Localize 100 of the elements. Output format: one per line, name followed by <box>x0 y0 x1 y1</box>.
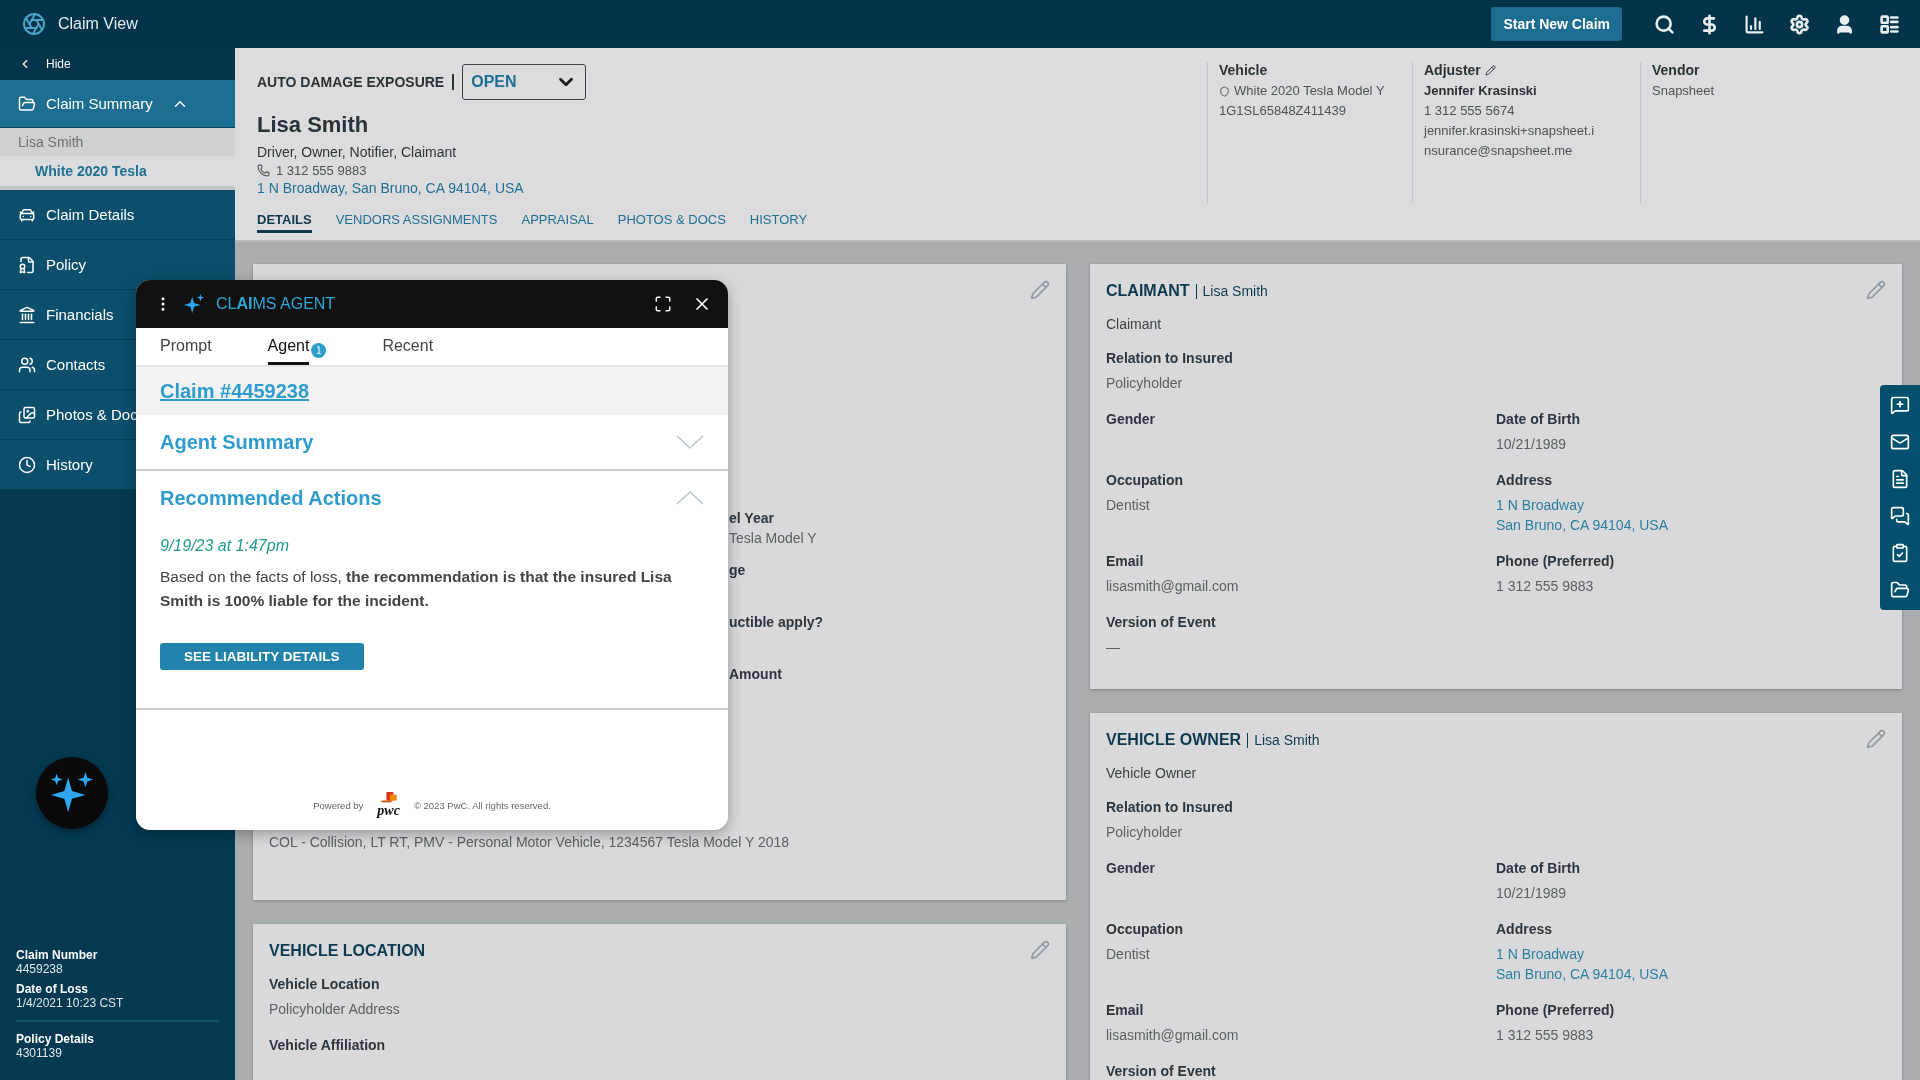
sidebar-subitem[interactable]: White 2020 Tesla <box>0 156 235 186</box>
copyright-text: © 2023 PwC. All rights reserved. <box>413 799 551 811</box>
info-title: Vehicle <box>1219 62 1268 78</box>
field-label: Email <box>1106 552 1145 571</box>
pwc-logo: pwc <box>377 792 400 818</box>
logo-icon <box>22 12 46 36</box>
pencil-icon[interactable] <box>1484 64 1496 76</box>
start-new-claim-button[interactable]: Start New Claim <box>1491 7 1622 41</box>
status-select[interactable]: OPEN <box>462 64 587 100</box>
exposure-label: AUTO DAMAGE EXPOSURE <box>257 74 455 90</box>
field-label: Occupation <box>1106 471 1184 490</box>
field-label: Email <box>1106 1001 1145 1020</box>
field-label: Relation to Insured <box>1106 349 1234 368</box>
bar-chart-icon[interactable] <box>1744 13 1765 35</box>
field-label: el Year <box>729 509 775 528</box>
images-icon <box>18 405 36 424</box>
address-link[interactable]: San Bruno, CA 94104, USA <box>1496 515 1668 535</box>
tab[interactable]: VENDORS ASSIGNMENTS <box>335 212 498 233</box>
address-link[interactable]: San Bruno, CA 94104, USA <box>1496 964 1668 984</box>
detail-value: 4301139 <box>16 1046 63 1060</box>
field-label: uctible apply? <box>729 613 825 632</box>
tab[interactable]: APPRAISAL <box>521 212 594 233</box>
tab[interactable]: HISTORY <box>749 212 808 233</box>
chat-icon[interactable] <box>1890 506 1910 526</box>
field-value: 1 312 555 9883 <box>1496 577 1594 596</box>
document-badge-icon <box>18 255 36 274</box>
settings-icon[interactable] <box>1789 13 1810 35</box>
card-title: VEHICLE LOCATION <box>269 942 426 960</box>
detail-value: 1/4/2021 10:23 CST <box>16 996 125 1010</box>
coverage-text: COL - Collision, LT RT, PMV - Personal Motor Vehicle, 1234567 Tesla Model Y 2018 <box>269 834 791 850</box>
folder-icon[interactable] <box>1890 580 1910 600</box>
shield-icon <box>1219 85 1230 97</box>
field-label: Version of Event <box>1106 613 1217 632</box>
address-link[interactable]: 1 N Broadway <box>1496 944 1584 964</box>
address-link[interactable]: 1 N Broadway, San Bruno, CA 94104, USA <box>257 180 1185 196</box>
field-value: lisasmith@gmail.com <box>1106 1026 1239 1045</box>
expand-icon[interactable] <box>654 295 672 313</box>
info-text: White 2020 Tesla Model Y <box>1234 82 1385 100</box>
role-text: Vehicle Owner <box>1106 765 1198 781</box>
info-text: jennifer.krasinski+snapsheet.i <box>1424 122 1595 140</box>
detail-label: Policy Details <box>16 1032 96 1046</box>
info-text: 1 312 555 5674 <box>1424 102 1515 120</box>
field-label: Version of Event <box>1106 1062 1217 1080</box>
field-label: ge <box>729 561 747 580</box>
tab[interactable]: PHOTOS & DOCS <box>617 212 726 233</box>
field-value: 1 312 555 9883 <box>1496 1026 1594 1045</box>
field-value: Policyholder <box>1106 823 1183 842</box>
sidebar-item[interactable]: Claim Details <box>0 190 235 240</box>
recommendation-text: Based on the facts of loss, the recommendation is that the insured Lisa Smith is 100% liable for the incident. <box>160 567 673 611</box>
field-value: 10/21/1989 <box>1496 884 1567 903</box>
message-plus-icon[interactable] <box>1890 395 1910 415</box>
document-icon[interactable] <box>1890 469 1910 489</box>
users-icon <box>18 355 36 374</box>
field-value: Tesla Model Y <box>729 529 817 548</box>
clipboard-check-icon[interactable] <box>1890 543 1910 563</box>
field-value: Dentist <box>1106 945 1150 964</box>
field-label: Vehicle Affiliation <box>269 1036 387 1055</box>
roles-text: Driver, Owner, Notifier, Claimant <box>257 144 458 160</box>
card-subtitle: Lisa Smith <box>1195 283 1268 299</box>
app-title: Claim View <box>58 15 139 33</box>
phone-number: 1 312 555 9883 <box>276 163 367 178</box>
info-text: nsurance@snapsheet.me <box>1424 142 1573 160</box>
sidebar-item[interactable]: Policy <box>0 240 235 290</box>
field-label: Phone (Preferred) <box>1496 552 1616 571</box>
field-value: Policyholder <box>1106 374 1183 393</box>
tab[interactable]: DETAILS <box>257 212 312 233</box>
card-title: CLAIMANT <box>1106 282 1190 300</box>
info-text: 1G1SL65848Z411439 <box>1219 102 1346 120</box>
search-icon[interactable] <box>1654 13 1675 35</box>
field-value: lisasmith@gmail.com <box>1106 577 1239 596</box>
hide-link[interactable]: Hide <box>46 57 71 71</box>
field-label: Vehicle Location <box>269 975 381 994</box>
field-label: Address <box>1496 920 1554 939</box>
list-icon[interactable] <box>1879 13 1900 35</box>
panel-tab[interactable]: Recent <box>382 337 434 365</box>
clock-icon <box>18 455 36 474</box>
user-icon[interactable] <box>1834 13 1855 35</box>
field-label: Phone (Preferred) <box>1496 1001 1616 1020</box>
timestamp: 9/19/23 at 1:47pm <box>160 537 290 555</box>
address-link[interactable]: 1 N Broadway <box>1496 495 1584 515</box>
info-text: Snapsheet <box>1652 82 1715 100</box>
claimant-name: Lisa Smith <box>257 112 370 138</box>
card-title: VEHICLE OWNER <box>1106 731 1242 749</box>
liability-details-button[interactable]: SEE LIABILITY DETAILS <box>160 643 364 670</box>
phone-icon <box>257 164 270 177</box>
sparkle-icon <box>182 293 206 315</box>
folder-icon <box>18 94 36 113</box>
role-text: Claimant <box>1106 316 1163 332</box>
field-label: Address <box>1496 471 1554 490</box>
powered-by-text: Powered by <box>313 799 364 811</box>
field-label: Date of Birth <box>1496 859 1581 878</box>
panel-tab[interactable]: Prompt <box>160 337 212 365</box>
bank-icon <box>18 305 36 324</box>
sidebar-item[interactable]: Claim Summary <box>0 80 235 128</box>
field-label: Gender <box>1106 410 1156 429</box>
sidebar-subitem[interactable]: Lisa Smith <box>0 128 235 156</box>
detail-label: Date of Loss <box>16 982 89 996</box>
field-value: Policyholder Address <box>269 1000 400 1019</box>
field-value: Dentist <box>1106 496 1150 515</box>
mail-icon[interactable] <box>1890 432 1910 452</box>
